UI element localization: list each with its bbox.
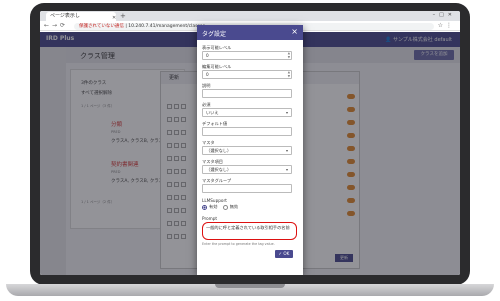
laptop-notch xyxy=(215,284,285,288)
edit-level-value: 0 xyxy=(206,72,209,77)
master-project-value: （選択なし） xyxy=(206,167,232,172)
browser-tab[interactable]: ページ表示し ✕ xyxy=(46,12,116,21)
ok-button[interactable]: ✓ OK xyxy=(275,250,293,258)
display-level-input[interactable]: 0 ▲ ▼ xyxy=(202,51,292,60)
spinner-icon[interactable]: ▲ ▼ xyxy=(288,52,290,59)
dialog-title: タグ設定 xyxy=(202,31,227,38)
default-value-input[interactable] xyxy=(202,127,292,136)
ok-label: OK xyxy=(283,251,290,256)
required-value: いいえ xyxy=(206,110,219,115)
required-select[interactable]: いいえ ▾ xyxy=(202,108,292,117)
llm-support-radios: 有効 無効 xyxy=(202,204,238,210)
laptop-frame: ページ表示し ✕ + –□✕ ←→⟳ 保護されていない通信 | 10.240.7… xyxy=(0,0,500,301)
window-controls[interactable]: –□✕ xyxy=(433,12,456,18)
chevron-down-icon: ▾ xyxy=(285,167,288,172)
tag-settings-dialog: タグ設定 × 表示可能レベル 0 ▲▼ 編集可能レベル 0 ▲▼ 説明 必須 xyxy=(197,25,303,275)
llm-support-label: LLMSupport xyxy=(202,198,227,203)
dialog-header: タグ設定 × xyxy=(197,25,303,40)
llm-off-label: 無効 xyxy=(229,204,239,209)
screen: ページ表示し ✕ + –□✕ ←→⟳ 保護されていない通信 | 10.240.7… xyxy=(40,11,460,275)
radio-unselected-icon xyxy=(222,204,228,210)
display-level-value: 0 xyxy=(206,53,209,58)
browser-tab-title: ページ表示し xyxy=(50,13,80,19)
description-input[interactable] xyxy=(202,89,292,98)
tab-close-icon[interactable]: ✕ xyxy=(112,14,116,21)
browser-nav-icons[interactable]: ←→⟳ xyxy=(44,22,68,29)
insecure-warning: 保護されていない通信 xyxy=(79,24,124,29)
edit-level-input[interactable]: 0 ▲ ▼ xyxy=(202,70,292,79)
master-group-input[interactable] xyxy=(202,184,292,193)
new-tab-icon[interactable]: + xyxy=(120,12,126,21)
chevron-down-icon: ▾ xyxy=(285,110,288,115)
llm-off-option[interactable]: 無効 xyxy=(222,204,239,210)
prompt-textarea[interactable]: 一般的に呼と定義されている取引相手の名前 xyxy=(202,222,297,240)
master-value: （選択なし） xyxy=(206,148,232,153)
master-project-select[interactable]: （選択なし） ▾ xyxy=(202,165,292,174)
llm-on-option[interactable]: 有効 xyxy=(202,204,218,210)
prompt-label: Prompt xyxy=(202,216,218,221)
dialog-body: 表示可能レベル 0 ▲ ▼ 編集可能レベル 0 ▲ ▼ 説明 必須 いいえ ▾ デフ… xyxy=(197,40,303,275)
radio-selected-icon xyxy=(202,204,207,210)
browser-menu-icon[interactable]: ☆⋮ xyxy=(438,22,455,29)
close-icon[interactable]: × xyxy=(291,27,298,36)
url-text: 10.240.7.41/management/classes xyxy=(128,24,205,29)
browser-tab-bar: ページ表示し ✕ + –□✕ xyxy=(40,11,460,21)
spinner-icon[interactable]: ▲ ▼ xyxy=(288,71,290,78)
llm-on-label: 有効 xyxy=(209,204,218,209)
master-select[interactable]: （選択なし） ▾ xyxy=(202,146,292,155)
chevron-down-icon: ▾ xyxy=(285,148,288,153)
prompt-hint: Enter the prompt to generate the tag val… xyxy=(202,242,275,246)
